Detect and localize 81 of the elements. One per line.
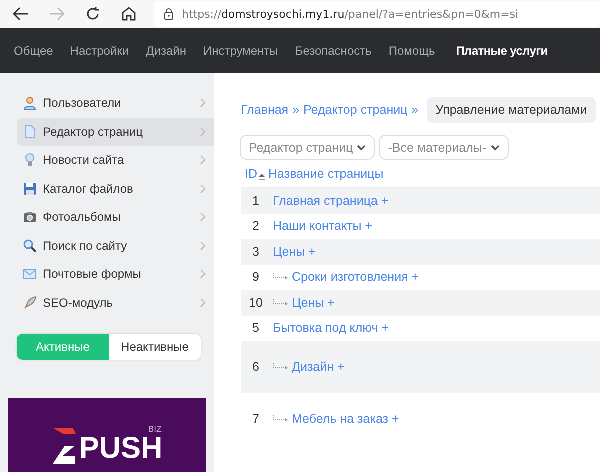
nav-link[interactable]: Настройки [70, 44, 130, 58]
sidebar-item[interactable]: Фотоальбомы [17, 203, 214, 232]
branch-arrow-icon [273, 298, 289, 307]
lock-icon [164, 8, 174, 20]
person-icon [23, 96, 37, 110]
filter-dropdown[interactable]: Редактор страниц [240, 135, 376, 160]
sidebar-item[interactable]: Пользователи [17, 89, 214, 118]
sidebar-item-label: SEO-модуль [43, 296, 114, 310]
sidebar-item[interactable]: Каталог файлов [17, 174, 214, 203]
row-id: 1 [252, 194, 260, 208]
row-id: 5 [252, 321, 260, 336]
chevron-right-icon [200, 98, 206, 108]
nav-link[interactable]: Общее [14, 44, 54, 58]
chevron-right-icon [200, 298, 206, 308]
nav-link[interactable]: Платные услуги [456, 44, 548, 58]
breadcrumb-separator: » [292, 103, 300, 117]
chevron-right-icon [200, 269, 206, 280]
envelope-icon [23, 267, 37, 282]
row-id: 7 [252, 412, 260, 426]
row-id: 6 [252, 360, 260, 374]
camera-icon [23, 210, 37, 224]
chevron-right-icon [200, 155, 206, 166]
sidebar-item-label: Редактор страниц [43, 124, 144, 139]
caret-down-icon [490, 144, 500, 150]
column-header[interactable]: ID [245, 166, 258, 180]
chevron-right-icon [200, 240, 206, 251]
lightbulb-icon [23, 153, 37, 168]
banner-brand: PUSH [79, 434, 163, 464]
page-title-link[interactable]: Бытовка под ключ + [273, 321, 390, 336]
page-title-link[interactable]: Наши контакты + [273, 219, 373, 234]
row-id: 10 [248, 296, 264, 310]
url-text: https://domstroysochi.my1.ru/panel/?a=entries&pn=0&m=si [182, 8, 519, 20]
banner-suffix: BIZ [148, 425, 162, 434]
caret-down-icon [357, 144, 366, 150]
page-title-link[interactable]: Цены + [292, 296, 335, 310]
sidebar-item-label: Каталог файлов [43, 182, 134, 196]
logo-mark-icon [51, 426, 78, 464]
home-icon [121, 6, 137, 22]
sidebar-item-label: Новости сайта [43, 153, 126, 168]
page-title-link[interactable]: Сроки изготовления + [292, 270, 420, 284]
nav-link[interactable]: Инструменты [203, 44, 278, 58]
sidebar-item-label: Пользователи [43, 96, 122, 110]
sidebar-item[interactable]: Редактор страниц [17, 118, 214, 146]
chevron-right-icon [200, 184, 206, 194]
breadcrumb-link[interactable]: Редактор страниц [304, 103, 408, 117]
page-icon [23, 124, 37, 139]
row-id: 3 [252, 244, 260, 259]
sidebar-item[interactable]: Почтовые формы [17, 260, 214, 288]
ad-banner[interactable]: PUSH BIZ [8, 398, 206, 472]
branch-arrow-icon [273, 415, 289, 423]
sidebar-item-label: Почтовые формы [43, 267, 142, 282]
sidebar-item[interactable]: SEO-модуль [17, 288, 214, 317]
page-title-link[interactable]: Дизайн + [292, 360, 345, 374]
row-id: 9 [252, 270, 260, 284]
branch-arrow-icon [273, 273, 289, 282]
toggle-option[interactable]: Неактивные [109, 334, 201, 360]
branch-arrow-icon [273, 363, 289, 371]
filter-dropdown[interactable]: -Все материалы- [379, 135, 509, 160]
sidebar-item-label: Поиск по сайту [43, 238, 128, 253]
breadcrumb-separator: » [412, 103, 419, 117]
sidebar-item[interactable]: Поиск по сайту [17, 232, 214, 260]
sidebar-item[interactable]: Новости сайта [17, 146, 214, 174]
row-id: 2 [252, 219, 260, 234]
page-title-link[interactable]: Мебель на заказ + [292, 412, 400, 426]
page-title-link[interactable]: Главная страница + [273, 194, 389, 208]
nav-link[interactable]: Безопасность [295, 44, 372, 58]
forward-arrow-icon [49, 7, 65, 21]
reload-icon [85, 6, 101, 22]
chevron-right-icon [200, 212, 206, 222]
search-icon [23, 238, 37, 253]
sidebar-item-label: Фотоальбомы [43, 210, 122, 224]
page-title-link[interactable]: Цены + [273, 244, 316, 259]
address-bar[interactable]: https://domstroysochi.my1.ru/panel/?a=entries&pn=0&m=si [154, 1, 600, 27]
breadcrumb-link[interactable]: Главная [241, 103, 289, 117]
sort-icon [258, 172, 264, 180]
nav-link[interactable]: Дизайн [146, 44, 186, 58]
breadcrumb-current: Управление материалами [426, 97, 596, 123]
nav-link[interactable]: Помощь [388, 44, 436, 58]
column-header[interactable]: Название страницы [268, 166, 384, 180]
back-arrow-icon [13, 7, 29, 21]
chevron-right-icon [200, 126, 206, 137]
